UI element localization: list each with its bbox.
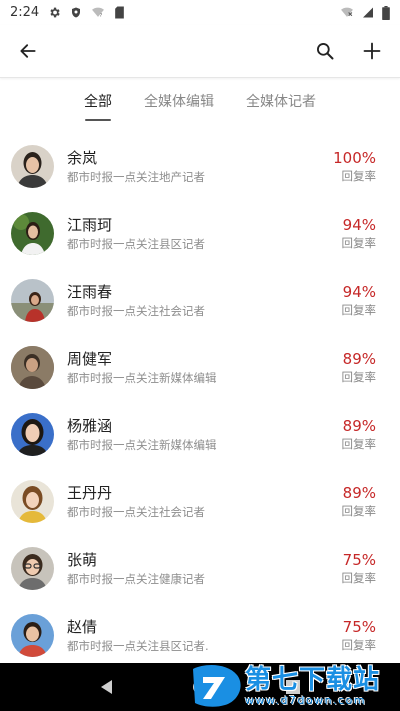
avatar [11, 547, 54, 590]
settings-icon [48, 6, 61, 19]
reply-rate-value: 89% [342, 416, 376, 435]
status-time: 2:24 [10, 5, 40, 20]
person-name: 余岚 [67, 148, 98, 167]
person-desc: 都市时报一点关注社会记者 [67, 303, 205, 318]
reply-rate-label: 回复率 [341, 436, 377, 451]
reply-rate-label: 回复率 [341, 637, 377, 652]
reply-rate-label: 回复率 [341, 168, 377, 183]
watermark: 第七下载站 www.d7down.com [189, 663, 394, 709]
arrow-left-icon [20, 44, 36, 58]
person-desc: 都市时报一点关注地产记者 [67, 169, 205, 184]
reply-rate-value: 75% [342, 550, 376, 569]
person-desc: 都市时报一点关注县区记者. [67, 638, 209, 653]
reply-rate-label: 回复率 [341, 369, 377, 384]
avatar [11, 212, 54, 255]
avatar [11, 145, 54, 188]
back-button[interactable] [14, 37, 42, 65]
avatar [11, 480, 54, 523]
reply-rate-label: 回复率 [341, 302, 377, 317]
app-bar [0, 25, 400, 78]
search-icon [317, 43, 334, 60]
person-name: 江雨珂 [67, 215, 113, 234]
list-item[interactable]: 汪雨春 都市时报一点关注社会记者 94% 回复率 [0, 267, 400, 334]
person-name: 王丹丹 [67, 483, 113, 502]
reply-rate-value: 100% [333, 148, 376, 167]
triangle-back-icon [100, 680, 112, 694]
tab-all[interactable]: 全部 [84, 91, 112, 125]
person-desc: 都市时报一点关注县区记者 [67, 236, 205, 251]
reply-rate-value: 89% [342, 483, 376, 502]
person-desc: 都市时报一点关注新媒体编辑 [67, 370, 217, 385]
list-item[interactable]: 杨雅涵 都市时报一点关注新媒体编辑 89% 回复率 [0, 401, 400, 468]
d7-logo-icon [193, 665, 241, 707]
list-item[interactable]: 周健军 都市时报一点关注新媒体编辑 89% 回复率 [0, 334, 400, 401]
reply-rate-value: 75% [342, 617, 376, 636]
list-item[interactable]: 余岚 都市时报一点关注地产记者 100% 回复率 [0, 133, 400, 200]
person-desc: 都市时报一点关注新媒体编辑 [67, 437, 217, 452]
reply-rate-label: 回复率 [341, 570, 377, 585]
nav-back-button[interactable] [87, 667, 127, 707]
wifi-question-icon: ? [91, 6, 105, 19]
list-item[interactable]: 王丹丹 都市时报一点关注社会记者 89% 回复率 [0, 468, 400, 535]
shield-icon [70, 6, 82, 19]
list-item[interactable]: 张萌 都市时报一点关注健康记者 75% 回复率 [0, 535, 400, 602]
list-item[interactable]: 江雨珂 都市时报一点关注县区记者 94% 回复率 [0, 200, 400, 267]
person-name: 张萌 [67, 550, 98, 569]
reply-rate-label: 回复率 [341, 503, 377, 518]
avatar [11, 413, 54, 456]
status-bar: 2:24 ? [0, 0, 400, 25]
svg-text:?: ? [100, 13, 103, 19]
plus-icon [363, 42, 381, 60]
battery-icon [382, 5, 390, 20]
avatar [11, 614, 54, 657]
list-item[interactable]: 赵倩 都市时报一点关注县区记者. 75% 回复率 [0, 602, 400, 669]
tab-media-reporters[interactable]: 全媒体记者 [246, 91, 316, 125]
sd-card-icon [114, 6, 125, 19]
reply-rate-value: 94% [342, 215, 376, 234]
avatar [11, 346, 54, 389]
reply-rate-label: 回复率 [341, 235, 377, 250]
person-name: 赵倩 [67, 617, 98, 636]
tab-media-editors[interactable]: 全媒体编辑 [144, 91, 214, 125]
watermark-url: www.d7down.com [245, 694, 367, 707]
search-button[interactable] [311, 37, 339, 65]
person-name: 杨雅涵 [67, 416, 113, 435]
signal-icon [362, 6, 374, 19]
reply-rate-value: 89% [342, 349, 376, 368]
person-desc: 都市时报一点关注健康记者 [67, 571, 205, 586]
wifi-off-icon [340, 6, 354, 19]
reply-rate-value: 94% [342, 282, 376, 301]
people-list: 余岚 都市时报一点关注地产记者 100% 回复率 江雨珂 都市时报一点关注县区记… [0, 133, 400, 669]
tab-bar: 全部 全媒体编辑 全媒体记者 [0, 78, 400, 125]
watermark-title: 第七下载站 [245, 665, 381, 695]
person-desc: 都市时报一点关注社会记者 [67, 504, 205, 519]
avatar [11, 279, 54, 322]
add-button[interactable] [358, 37, 386, 65]
person-name: 周健军 [67, 349, 113, 368]
person-name: 汪雨春 [67, 282, 113, 301]
